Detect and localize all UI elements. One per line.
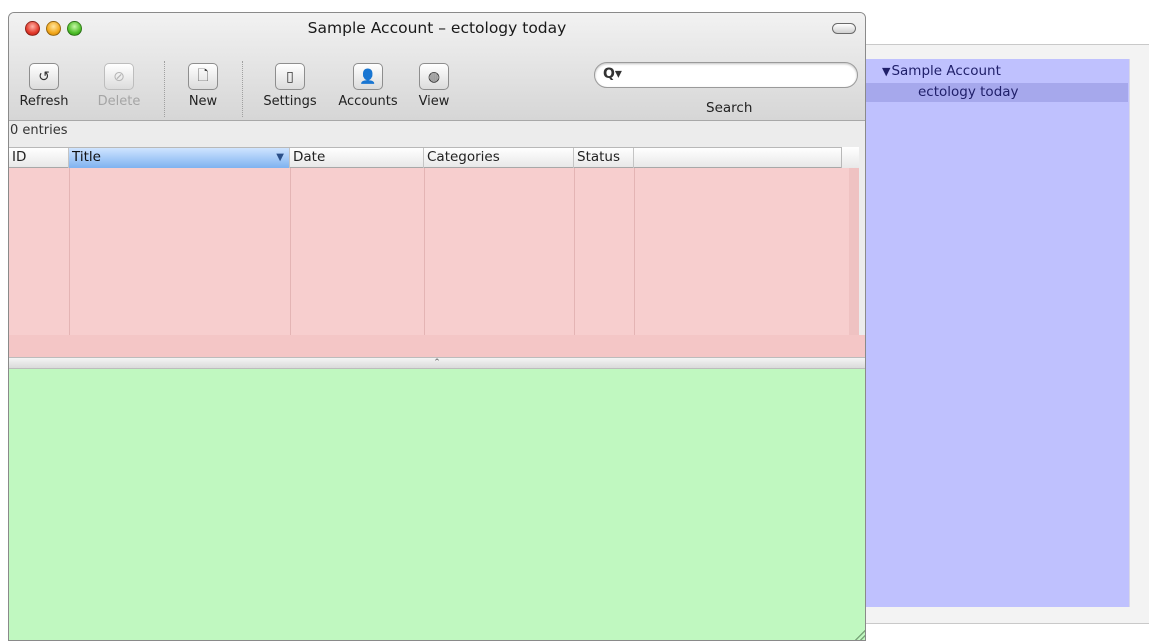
account-tree: ▼Sample Account ectology today xyxy=(866,59,1130,607)
tree-item-ectology-today[interactable]: ectology today xyxy=(866,83,1128,102)
view-button[interactable]: ◍ View xyxy=(413,63,455,109)
column-divider xyxy=(634,168,635,335)
splitter-handle-icon[interactable]: ⌃ xyxy=(433,358,441,368)
title-toolbar: Sample Account – ectology today ↺ Refres… xyxy=(9,13,865,121)
delete-label: Delete xyxy=(97,94,141,109)
column-divider xyxy=(290,168,291,335)
column-header-date[interactable]: Date xyxy=(290,148,424,168)
settings-button[interactable]: ▯ Settings xyxy=(257,63,323,109)
refresh-label: Refresh xyxy=(19,94,69,109)
toolbar-separator xyxy=(164,61,165,117)
sort-descending-icon: ▼ xyxy=(276,152,284,163)
table-scrollbar[interactable] xyxy=(849,168,859,335)
column-header-title[interactable]: Title ▼ xyxy=(69,148,290,168)
pane-splitter[interactable]: ⌃ xyxy=(9,357,865,369)
settings-icon: ▯ xyxy=(275,63,305,90)
search-field[interactable]: Q▾ xyxy=(594,62,858,88)
header-corner xyxy=(841,147,859,168)
entries-table[interactable] xyxy=(9,168,849,335)
new-label: New xyxy=(188,94,218,109)
window-title: Sample Account – ectology today xyxy=(307,19,567,37)
tree-item-label: Sample Account xyxy=(891,63,1001,79)
preview-pane[interactable] xyxy=(9,369,865,640)
table-footer xyxy=(9,335,865,357)
column-header-categories[interactable]: Categories xyxy=(424,148,574,168)
accounts-button[interactable]: 👤 Accounts xyxy=(332,63,404,109)
resize-grip-icon[interactable] xyxy=(853,630,865,640)
column-divider xyxy=(424,168,425,335)
delete-icon: ⊘ xyxy=(104,63,134,90)
view-icon: ◍ xyxy=(419,63,449,90)
tree-item-sample-account[interactable]: ▼Sample Account xyxy=(882,63,1001,79)
search-icon[interactable]: Q▾ xyxy=(603,66,622,82)
refresh-icon: ↺ xyxy=(29,63,59,90)
toolbar-separator xyxy=(242,61,243,117)
new-button[interactable]: 🗋 New xyxy=(179,63,227,109)
column-header-label: Title xyxy=(72,149,101,165)
accounts-icon: 👤 xyxy=(353,63,383,90)
main-window: Sample Account – ectology today ↺ Refres… xyxy=(8,12,866,641)
column-header-status[interactable]: Status xyxy=(574,148,634,168)
entries-count: 0 entries xyxy=(10,123,68,138)
refresh-button[interactable]: ↺ Refresh xyxy=(19,63,69,109)
column-header-id[interactable]: ID xyxy=(9,148,69,168)
toolbar-toggle-button[interactable] xyxy=(832,23,856,34)
settings-label: Settings xyxy=(263,94,317,109)
new-document-icon: 🗋 xyxy=(188,63,218,90)
account-drawer: ▼Sample Account ectology today xyxy=(862,44,1149,624)
search-input[interactable] xyxy=(627,66,847,84)
delete-button[interactable]: ⊘ Delete xyxy=(93,63,145,109)
search-label: Search xyxy=(706,100,753,116)
column-divider xyxy=(574,168,575,335)
view-label: View xyxy=(418,94,450,109)
disclosure-triangle-icon[interactable]: ▼ xyxy=(882,65,890,78)
accounts-label: Accounts xyxy=(338,94,398,109)
table-header: ID Title ▼ Date Categories Status xyxy=(9,147,859,168)
column-divider xyxy=(69,168,70,335)
